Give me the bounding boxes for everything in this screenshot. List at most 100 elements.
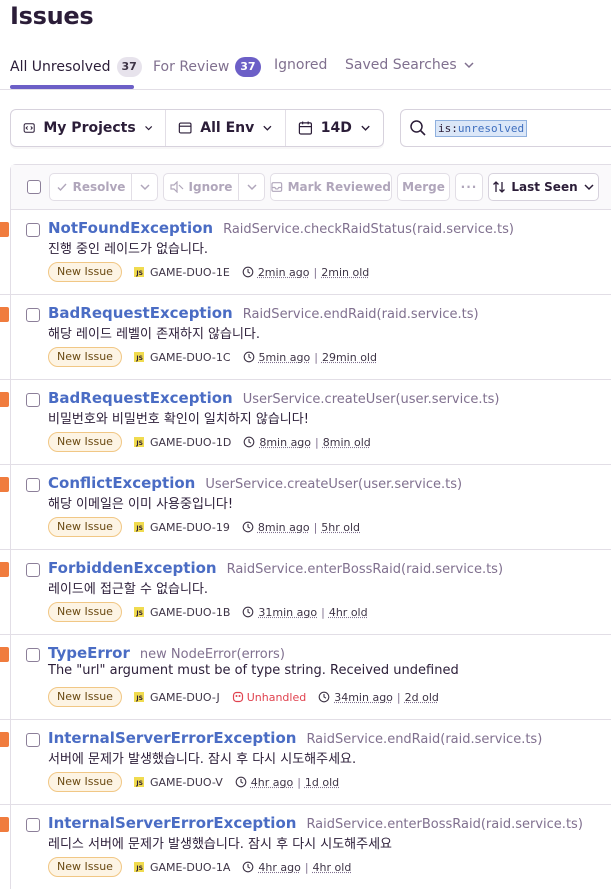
search-input[interactable]: is:unresolved <box>400 109 611 147</box>
issue-meta: New Issue JS GAME-DUO-V 4hr ago | 1d old <box>48 772 339 792</box>
new-issue-badge: New Issue <box>48 432 122 452</box>
issue-message: 레이드에 접근할 수 없습니다. <box>48 578 208 597</box>
first-seen[interactable]: 4hr old <box>329 606 368 619</box>
issue-row[interactable]: BadRequestException RaidService.endRaid(… <box>0 295 611 380</box>
issue-location: RaidService.endRaid(raid.service.ts) <box>306 732 542 747</box>
issue-type-link[interactable]: InternalServerErrorException <box>48 814 296 832</box>
last-seen[interactable]: 31min ago <box>258 606 317 619</box>
first-seen[interactable]: 4hr old <box>313 861 352 874</box>
issue-time: 31min ago | 4hr old <box>242 606 367 619</box>
issue-short-id[interactable]: GAME-DUO-J <box>150 691 220 704</box>
issue-short-id[interactable]: GAME-DUO-1D <box>150 436 231 449</box>
first-seen[interactable]: 29min old <box>322 351 377 364</box>
issue-type-link[interactable]: BadRequestException <box>48 304 233 322</box>
first-seen[interactable]: 5hr old <box>321 521 360 534</box>
issue-title-line: InternalServerErrorException RaidService… <box>48 814 583 832</box>
issue-checkbox[interactable] <box>26 223 40 237</box>
issue-short-id[interactable]: GAME-DUO-1C <box>150 351 231 364</box>
first-seen[interactable]: 2min old <box>321 266 369 279</box>
clock-icon <box>242 606 254 618</box>
tab-saved-searches[interactable]: Saved Searches <box>345 57 475 73</box>
merge-button[interactable]: Merge <box>397 173 450 201</box>
issue-row[interactable]: NotFoundException RaidService.checkRaidS… <box>0 210 611 295</box>
tab-label: All Unresolved <box>10 59 111 75</box>
count-badge: 37 <box>117 57 142 77</box>
first-seen[interactable]: 8min old <box>323 436 371 449</box>
issue-row[interactable]: InternalServerErrorException RaidService… <box>0 805 611 889</box>
chevron-down-icon <box>463 59 475 71</box>
last-seen[interactable]: 2min ago <box>258 266 310 279</box>
clock-icon <box>243 436 255 448</box>
issue-checkbox[interactable] <box>26 308 40 322</box>
tab-label: Saved Searches <box>345 57 457 73</box>
js-icon: JS <box>134 692 144 702</box>
issue-type-link[interactable]: NotFoundException <box>48 219 213 237</box>
chevron-down-icon <box>583 181 595 193</box>
issue-type-link[interactable]: ConflictException <box>48 474 195 492</box>
issue-time: 8min ago | 5hr old <box>242 521 360 534</box>
issue-checkbox[interactable] <box>26 648 40 662</box>
resolve-button[interactable]: Resolve <box>49 173 132 201</box>
clock-icon <box>242 861 254 873</box>
issue-row[interactable]: ConflictException UserService.createUser… <box>0 465 611 550</box>
js-icon: JS <box>134 437 144 447</box>
issue-checkbox[interactable] <box>26 818 40 832</box>
page-title: Issues <box>10 2 93 30</box>
issue-type-link[interactable]: ForbiddenException <box>48 559 217 577</box>
time-separator: | <box>314 521 318 534</box>
issue-row[interactable]: TypeError new NodeError(errors) The "url… <box>0 635 611 720</box>
issue-short-id[interactable]: GAME-DUO-V <box>150 776 223 789</box>
environment-selector[interactable]: All Env <box>166 110 286 146</box>
more-icon: ··· <box>461 180 478 194</box>
tab-bar: All Unresolved 37 For Review 37 Ignored … <box>0 52 611 90</box>
last-seen[interactable]: 4hr ago <box>251 776 293 789</box>
chevron-down-icon <box>144 122 153 134</box>
issue-checkbox[interactable] <box>26 563 40 577</box>
issue-type-link[interactable]: BadRequestException <box>48 389 233 407</box>
first-seen[interactable]: 2d old <box>405 691 439 704</box>
mark-reviewed-button[interactable]: Mark Reviewed <box>270 173 392 201</box>
issue-title-line: BadRequestException UserService.createUs… <box>48 389 499 407</box>
sort-by-dropdown[interactable]: Last Seen <box>488 173 599 201</box>
tab-all-unresolved[interactable]: All Unresolved 37 <box>10 57 142 77</box>
search-token[interactable]: is:unresolved <box>435 120 527 137</box>
issue-short-id[interactable]: GAME-DUO-1A <box>150 861 230 874</box>
date-range-selector[interactable]: 14D <box>286 110 383 146</box>
time-separator: | <box>314 351 318 364</box>
js-icon: JS <box>134 267 144 277</box>
last-seen[interactable]: 4hr ago <box>258 861 300 874</box>
clock-icon <box>243 351 255 363</box>
issue-short-id[interactable]: GAME-DUO-19 <box>150 521 230 534</box>
issue-checkbox[interactable] <box>26 393 40 407</box>
issue-message: 레디스 서버에 문제가 발생했습니다. 잠시 후 다시 시도해주세요 <box>48 833 392 852</box>
issue-checkbox[interactable] <box>26 733 40 747</box>
select-all-checkbox[interactable] <box>27 180 41 194</box>
last-seen[interactable]: 34min ago <box>334 691 393 704</box>
new-issue-badge: New Issue <box>48 772 122 792</box>
resolve-dropdown-button[interactable] <box>131 173 158 201</box>
issue-type-link[interactable]: InternalServerErrorException <box>48 729 296 747</box>
issue-row[interactable]: ForbiddenException RaidService.enterBoss… <box>0 550 611 635</box>
clock-icon <box>242 521 254 533</box>
issue-row[interactable]: BadRequestException UserService.createUs… <box>0 380 611 465</box>
issue-short-id[interactable]: GAME-DUO-1E <box>150 266 230 279</box>
more-actions-button[interactable]: ··· <box>455 173 483 201</box>
issue-short-id[interactable]: GAME-DUO-1B <box>150 606 230 619</box>
first-seen[interactable]: 1d old <box>305 776 339 789</box>
project-selector[interactable]: My Projects <box>11 110 166 146</box>
tab-ignored[interactable]: Ignored <box>274 57 327 73</box>
time-separator: | <box>315 436 319 449</box>
chevron-down-icon <box>246 181 258 193</box>
new-issue-badge: New Issue <box>48 347 122 367</box>
last-seen[interactable]: 8min ago <box>259 436 311 449</box>
issue-type-link[interactable]: TypeError <box>48 644 130 662</box>
check-icon <box>56 181 68 193</box>
js-icon: JS <box>134 522 144 532</box>
last-seen[interactable]: 5min ago <box>259 351 311 364</box>
issue-checkbox[interactable] <box>26 478 40 492</box>
ignore-button[interactable]: Ignore <box>163 173 239 201</box>
ignore-dropdown-button[interactable] <box>238 173 265 201</box>
tab-for-review[interactable]: For Review 37 <box>153 57 261 77</box>
last-seen[interactable]: 8min ago <box>258 521 310 534</box>
issue-row[interactable]: InternalServerErrorException RaidService… <box>0 720 611 805</box>
